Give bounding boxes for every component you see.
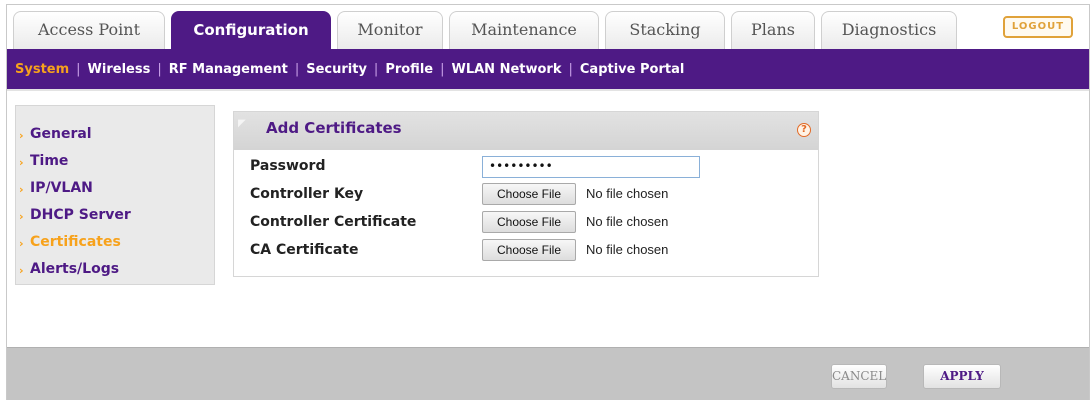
sidemenu-item-label: IP/VLAN: [30, 180, 93, 196]
sidemenu-item-label: Alerts/Logs: [30, 261, 120, 277]
help-icon[interactable]: ?: [797, 123, 811, 137]
controller-certificate-row: Controller Certificate Choose File No fi…: [250, 210, 810, 236]
app-window: Access Point Configuration Monitor Maint…: [6, 4, 1090, 400]
sub-navigation: System | Wireless | RF Management | Secu…: [7, 49, 1089, 89]
sidemenu-item-label: Time: [30, 153, 69, 169]
sidemenu-item-dhcp-server[interactable]: › DHCP Server: [16, 207, 214, 234]
subnav-wireless[interactable]: Wireless: [88, 62, 151, 77]
password-row: Password •••••••••: [250, 154, 810, 180]
sidemenu-item-alerts-logs[interactable]: › Alerts/Logs: [16, 261, 214, 288]
sidemenu-item-general[interactable]: › General: [16, 126, 214, 153]
chevron-right-icon: ›: [19, 183, 24, 196]
tab-configuration[interactable]: Configuration: [171, 11, 331, 49]
subnav-separator: |: [440, 61, 445, 77]
tab-access-point[interactable]: Access Point: [13, 11, 165, 49]
ca-certificate-label: CA Certificate: [250, 242, 359, 258]
add-certificates-panel: ◤ Add Certificates ? Password ••••••••• …: [233, 111, 819, 277]
subnav-captive-portal[interactable]: Captive Portal: [580, 62, 684, 77]
controller-certificate-file-status: No file chosen: [586, 214, 669, 229]
controller-key-file-status: No file chosen: [586, 186, 669, 201]
chevron-right-icon: ›: [19, 129, 24, 142]
cancel-button[interactable]: CANCEL: [831, 364, 887, 389]
sidemenu-item-certificates[interactable]: › Certificates: [16, 234, 214, 261]
panel-title: Add Certificates: [266, 119, 402, 137]
subnav-rf-management[interactable]: RF Management: [169, 62, 288, 77]
sidemenu-item-label: General: [30, 126, 92, 142]
tab-plans[interactable]: Plans: [731, 11, 815, 49]
tab-monitor[interactable]: Monitor: [337, 11, 443, 49]
logout-button[interactable]: LOGOUT: [1003, 16, 1073, 38]
chevron-right-icon: ›: [19, 210, 24, 223]
ca-certificate-file-status: No file chosen: [586, 242, 669, 257]
subnav-security[interactable]: Security: [306, 62, 367, 77]
ca-certificate-choose-file-button[interactable]: Choose File: [482, 239, 576, 261]
apply-button[interactable]: APPLY: [923, 364, 1001, 389]
panel-corner-icon: ◤: [238, 118, 246, 129]
controller-certificate-label: Controller Certificate: [250, 214, 417, 230]
action-footer: CANCEL APPLY: [7, 347, 1089, 400]
tab-diagnostics[interactable]: Diagnostics: [821, 11, 957, 49]
subnav-separator: |: [294, 61, 300, 77]
subnav-profile[interactable]: Profile: [385, 62, 433, 77]
subnav-separator: |: [568, 61, 573, 77]
sidemenu-item-label: Certificates: [30, 234, 121, 250]
subnav-separator: |: [76, 61, 81, 77]
tab-maintenance[interactable]: Maintenance: [449, 11, 599, 49]
controller-key-choose-file-button[interactable]: Choose File: [482, 183, 576, 205]
controller-certificate-choose-file-button[interactable]: Choose File: [482, 211, 576, 233]
subnav-wlan-network[interactable]: WLAN Network: [451, 62, 561, 77]
chevron-right-icon: ›: [19, 264, 24, 277]
chevron-right-icon: ›: [19, 237, 24, 250]
subnav-system[interactable]: System: [15, 62, 69, 77]
ca-certificate-row: CA Certificate Choose File No file chose…: [250, 238, 810, 264]
chevron-right-icon: ›: [19, 156, 24, 169]
subnav-separator: |: [373, 61, 379, 77]
top-tab-bar: Access Point Configuration Monitor Maint…: [7, 5, 1089, 49]
controller-key-label: Controller Key: [250, 186, 364, 202]
side-menu: › General › Time › IP/VLAN › DHCP Server › Ce…: [15, 105, 215, 285]
subnav-separator: |: [157, 61, 162, 77]
sidemenu-item-time[interactable]: › Time: [16, 153, 214, 180]
panel-header: ◤ Add Certificates ?: [234, 112, 818, 150]
main-content: › General › Time › IP/VLAN › DHCP Server › Ce…: [7, 89, 1089, 347]
sidemenu-item-label: DHCP Server: [30, 207, 131, 223]
password-input[interactable]: •••••••••: [482, 156, 700, 178]
tab-stacking[interactable]: Stacking: [605, 11, 725, 49]
sidemenu-item-ip-vlan[interactable]: › IP/VLAN: [16, 180, 214, 207]
controller-key-row: Controller Key Choose File No file chose…: [250, 182, 810, 208]
password-label: Password: [250, 158, 326, 174]
